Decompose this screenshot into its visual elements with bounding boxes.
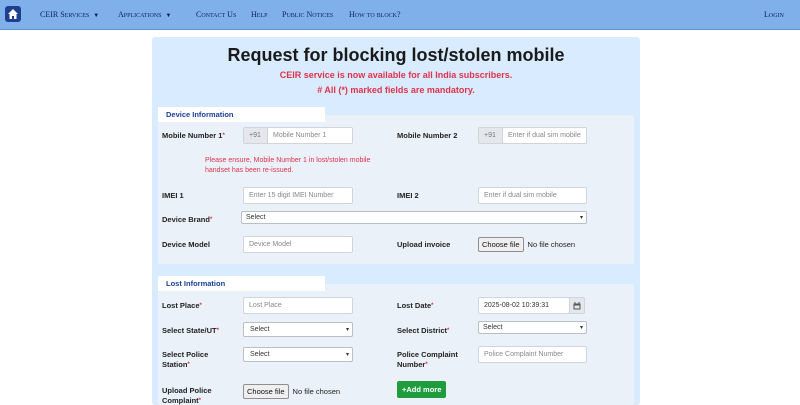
- home-icon: [8, 9, 18, 19]
- nav-ceir-services[interactable]: CEIR Services ▼: [40, 10, 99, 19]
- lost-place-input[interactable]: Lost Place: [243, 297, 353, 314]
- chevron-down-icon: ▼: [93, 13, 100, 19]
- mobile-reissue-note-line1: Please ensure, Mobile Number 1 in lost/s…: [205, 157, 371, 164]
- imei-1-input[interactable]: Enter 15 digit IMEI Number: [243, 187, 353, 204]
- police-complaint-number-label: Police Complaint Number*: [397, 350, 458, 369]
- calendar-icon: [573, 302, 581, 310]
- mandatory-notice: # All (*) marked fields are mandatory.: [317, 85, 475, 95]
- upload-invoice-button[interactable]: Choose file: [478, 237, 524, 252]
- chevron-down-icon: ▾: [345, 352, 349, 358]
- chevron-down-icon: ▼: [165, 13, 172, 19]
- upload-invoice-control: Choose file No file chosen: [478, 237, 575, 252]
- imei-2-label: IMEI 2: [397, 191, 419, 200]
- mobile-number-2-prefix: +91: [478, 127, 503, 144]
- upload-police-complaint-label: Upload Police Complaint*: [162, 386, 212, 405]
- nav-login[interactable]: Login: [764, 10, 784, 19]
- chevron-down-icon: ▾: [345, 327, 349, 333]
- district-select[interactable]: Select ▾: [478, 321, 587, 334]
- device-model-label: Device Model: [162, 240, 210, 249]
- calendar-button[interactable]: [569, 297, 585, 314]
- device-information-title: Device Information: [158, 107, 325, 122]
- page-title: Request for blocking lost/stolen mobile: [227, 45, 565, 65]
- imei-2-input[interactable]: Enter if dual sim mobile: [478, 187, 587, 204]
- nav-ceir-services-label: CEIR Services: [40, 10, 90, 19]
- lost-place-label: Lost Place*: [162, 301, 202, 310]
- upload-invoice-label: Upload invoice: [397, 240, 451, 249]
- mobile-number-1-input[interactable]: Mobile Number 1: [267, 127, 353, 144]
- mobile-reissue-note-line2: handset has been re-issued.: [205, 167, 294, 174]
- police-station-select[interactable]: Select ▾: [243, 347, 353, 362]
- nav-applications-label: Applications: [118, 10, 162, 19]
- device-brand-value: Select: [246, 214, 266, 221]
- mobile-reissue-note: Please ensure, Mobile Number 1 in lost/s…: [205, 156, 370, 176]
- nav-applications[interactable]: Applications ▼: [118, 10, 171, 19]
- district-value: Select: [483, 324, 503, 331]
- lost-date-input[interactable]: 2025-08-02 10:39:31: [478, 297, 570, 314]
- police-complaint-number-input[interactable]: Police Complaint Number: [478, 346, 587, 363]
- nav-help[interactable]: Help: [251, 10, 267, 19]
- mobile-number-2-label: Mobile Number 2: [397, 131, 458, 140]
- nav-public-notices[interactable]: Public Notices: [282, 10, 333, 19]
- lost-information-title: Lost Information: [158, 276, 325, 291]
- district-label: Select District*: [397, 326, 450, 335]
- home-button[interactable]: [5, 6, 21, 22]
- state-label: Select State/UT*: [162, 326, 219, 335]
- mobile-number-1-label: Mobile Number 1*: [162, 131, 225, 140]
- upload-police-complaint-status: No file chosen: [292, 387, 341, 396]
- upload-invoice-status: No file chosen: [527, 240, 576, 249]
- upload-police-complaint-button[interactable]: Choose file: [243, 384, 289, 399]
- police-station-value: Select: [250, 351, 270, 358]
- nav-how-to-block[interactable]: How to block?: [349, 10, 401, 19]
- service-notice: CEIR service is now available for all In…: [279, 70, 513, 80]
- top-navbar: CEIR Services ▼ Applications ▼ Contact Us …: [0, 0, 800, 30]
- add-more-button[interactable]: +Add more: [397, 381, 447, 398]
- mobile-number-2-input[interactable]: Enter if dual sim mobile: [502, 127, 587, 144]
- nav-contact-us[interactable]: Contact Us: [196, 10, 236, 19]
- state-select[interactable]: Select ▾: [243, 322, 353, 337]
- police-station-label: Select Police Station*: [162, 350, 209, 369]
- state-value: Select: [250, 326, 270, 333]
- device-brand-label: Device Brand*: [162, 215, 213, 224]
- device-model-input[interactable]: Device Model: [243, 236, 353, 253]
- chevron-down-icon: ▾: [579, 325, 583, 331]
- lost-date-label: Lost Date*: [397, 301, 434, 310]
- chevron-down-icon: ▾: [579, 215, 583, 221]
- imei-1-label: IMEI 1: [162, 191, 184, 200]
- mobile-number-1-prefix: +91: [243, 127, 268, 144]
- device-brand-select[interactable]: Select ▾: [241, 211, 587, 224]
- upload-police-complaint-control: Choose file No file chosen: [243, 384, 340, 399]
